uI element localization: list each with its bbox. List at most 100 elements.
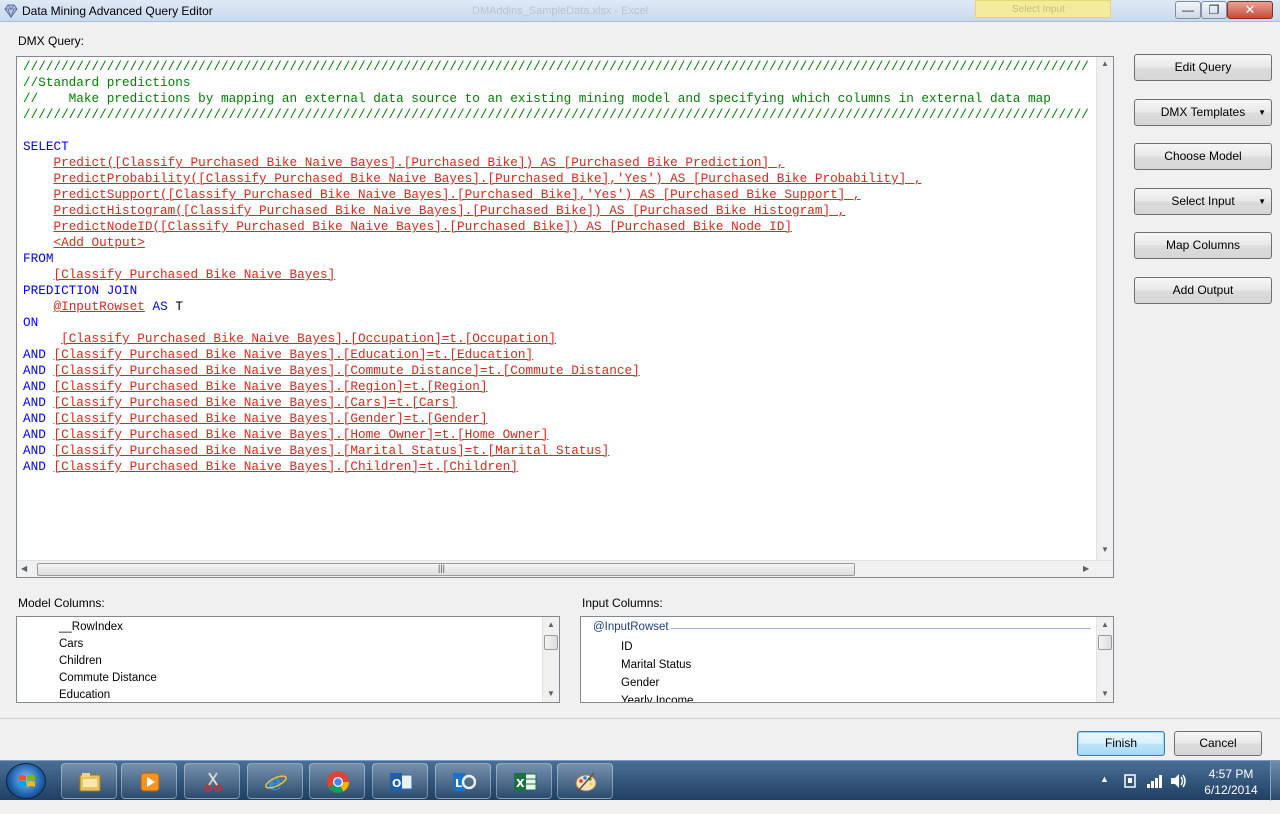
taskbar-excel[interactable]: X: [496, 763, 552, 799]
grip-icon: |||: [438, 563, 446, 573]
taskbar-paint[interactable]: [557, 763, 613, 799]
query-token[interactable]: [Classify Purchased Bike Naive Bayes].[E…: [53, 347, 533, 362]
taskbar-chrome[interactable]: [309, 763, 365, 799]
query-token[interactable]: <Add Output>: [53, 235, 144, 250]
model-column-item[interactable]: __RowIndex: [59, 621, 123, 633]
select-input-button[interactable]: Select Input ▼: [1134, 188, 1272, 215]
edit-query-button[interactable]: Edit Query: [1134, 54, 1272, 81]
query-token[interactable]: [Classify Purchased Bike Naive Bayes].[M…: [53, 443, 609, 458]
model-column-item[interactable]: Commute Distance: [59, 672, 157, 684]
windows-logo-icon: [19, 775, 35, 787]
model-column-item[interactable]: Cars: [59, 638, 83, 650]
query-token[interactable]: PredictProbability([Classify Purchased B…: [53, 171, 921, 186]
query-token[interactable]: [Classify Purchased Bike Naive Bayes].[G…: [53, 411, 487, 426]
query-token[interactable]: [Classify Purchased Bike Naive Bayes]: [53, 267, 335, 282]
query-token[interactable]: [Classify Purchased Bike Naive Bayes].[H…: [53, 427, 548, 442]
query-token: AND: [23, 347, 54, 362]
query-token: PREDICTION JOIN: [23, 283, 138, 298]
query-line: [23, 123, 1095, 139]
query-token: [23, 267, 53, 282]
minimize-button[interactable]: —: [1175, 1, 1201, 19]
background-select-input-label: Select Input: [1012, 4, 1065, 15]
query-line: Predict([Classify Purchased Bike Naive B…: [23, 155, 1095, 171]
taskbar-internet-explorer[interactable]: e: [247, 763, 303, 799]
taskbar-outlook[interactable]: O: [372, 763, 428, 799]
scroll-right-arrow-icon[interactable]: ▶: [1083, 564, 1089, 573]
scroll-down-arrow-icon[interactable]: ▼: [1101, 689, 1109, 698]
query-token: ////////////////////////////////////////…: [23, 59, 1089, 74]
system-clock[interactable]: 4:57 PM 6/12/2014: [1196, 766, 1266, 798]
query-line: // Make predictions by mapping an extern…: [23, 91, 1095, 107]
horizontal-scroll-thumb[interactable]: |||: [37, 563, 855, 576]
excel-icon: X: [514, 773, 537, 791]
input-column-item[interactable]: Yearly Income: [621, 695, 693, 702]
scroll-left-arrow-icon[interactable]: ◀: [21, 564, 27, 573]
show-hidden-icons-icon[interactable]: ▲: [1100, 774, 1109, 814]
query-token[interactable]: PredictSupport([Classify Purchased Bike …: [53, 187, 860, 202]
query-line: [Classify Purchased Bike Naive Bayes].[O…: [23, 331, 1095, 347]
dmx-query-label: DMX Query:: [18, 34, 85, 48]
scroll-up-arrow-icon[interactable]: ▲: [547, 620, 555, 629]
show-desktop-button[interactable]: [1270, 761, 1280, 801]
cancel-button[interactable]: Cancel: [1174, 731, 1262, 756]
query-line: //Standard predictions: [23, 75, 1095, 91]
model-column-item[interactable]: Children: [59, 655, 102, 667]
model-column-item[interactable]: Education: [59, 689, 110, 701]
chrome-icon: [327, 771, 349, 793]
model-columns-label: Model Columns:: [18, 596, 105, 610]
input-column-item[interactable]: ID: [621, 641, 633, 653]
taskbar-lync[interactable]: L: [435, 763, 491, 799]
input-group-header: @InputRowset: [593, 621, 669, 633]
maximize-button[interactable]: ❐: [1201, 1, 1227, 19]
add-output-button[interactable]: Add Output: [1134, 277, 1272, 304]
finish-button[interactable]: Finish: [1077, 731, 1165, 756]
network-signal-icon[interactable]: [1146, 773, 1164, 789]
action-center-icon[interactable]: [1122, 773, 1138, 789]
taskbar-windows-explorer[interactable]: [61, 763, 117, 799]
query-line: AND [Classify Purchased Bike Naive Bayes…: [23, 443, 1095, 459]
vertical-scroll-thumb[interactable]: [544, 635, 558, 650]
query-line: ////////////////////////////////////////…: [23, 107, 1095, 123]
close-button[interactable]: ✕: [1227, 1, 1273, 19]
query-token[interactable]: [Classify Purchased Bike Naive Bayes].[C…: [53, 459, 517, 474]
dropdown-arrow-icon: ▼: [1258, 108, 1266, 117]
query-token[interactable]: [Classify Purchased Bike Naive Bayes].[C…: [53, 363, 639, 378]
volume-icon[interactable]: [1170, 773, 1188, 789]
query-token[interactable]: [Classify Purchased Bike Naive Bayes].[R…: [53, 379, 487, 394]
input-column-item[interactable]: Gender: [621, 677, 659, 689]
scroll-down-arrow-icon[interactable]: ▼: [1101, 545, 1109, 554]
svg-text:O: O: [392, 777, 401, 790]
query-line: AND [Classify Purchased Bike Naive Bayes…: [23, 363, 1095, 379]
vertical-scroll-thumb[interactable]: [1098, 635, 1112, 650]
model-columns-list[interactable]: __RowIndex Cars Children Commute Distance Ed…: [16, 616, 560, 703]
input-column-item[interactable]: Marital Status: [621, 659, 691, 671]
query-token[interactable]: PredictNodeID([Classify Purchased Bike N…: [53, 219, 792, 234]
dmx-query-editor[interactable]: ////////////////////////////////////////…: [16, 56, 1114, 578]
taskbar-media-player[interactable]: [121, 763, 177, 799]
editor-vertical-scrollbar[interactable]: ▲ ▼: [1096, 57, 1113, 560]
query-token[interactable]: [Classify Purchased Bike Naive Bayes].[C…: [53, 395, 457, 410]
editor-horizontal-scrollbar[interactable]: ◀ ||| ▶: [17, 560, 1113, 577]
query-token: // Make predictions by mapping an extern…: [23, 91, 1051, 106]
query-token[interactable]: Predict([Classify Purchased Bike Naive B…: [53, 155, 784, 170]
svg-text:L: L: [455, 777, 462, 790]
outlook-icon: O: [390, 773, 413, 791]
model-columns-scrollbar[interactable]: ▲ ▼: [542, 617, 559, 702]
query-text[interactable]: ////////////////////////////////////////…: [23, 59, 1095, 559]
query-token[interactable]: @InputRowset: [53, 299, 144, 314]
dmx-templates-button[interactable]: DMX Templates ▼: [1134, 99, 1272, 126]
scroll-up-arrow-icon[interactable]: ▲: [1101, 620, 1109, 629]
query-token[interactable]: PredictHistogram([Classify Purchased Bik…: [53, 203, 845, 218]
query-token[interactable]: [Classify Purchased Bike Naive Bayes].[O…: [61, 331, 556, 346]
start-button[interactable]: [6, 763, 46, 799]
query-token: AND: [23, 411, 54, 426]
map-columns-button[interactable]: Map Columns: [1134, 232, 1272, 259]
input-columns-list[interactable]: @InputRowset ID Marital Status Gender Yearl…: [580, 616, 1114, 703]
scroll-down-arrow-icon[interactable]: ▼: [547, 689, 555, 698]
taskbar-snipping-tool[interactable]: [184, 763, 240, 799]
scroll-up-arrow-icon[interactable]: ▲: [1101, 59, 1109, 68]
query-token: [23, 187, 53, 202]
input-columns-scrollbar[interactable]: ▲ ▼: [1096, 617, 1113, 702]
choose-model-button[interactable]: Choose Model: [1134, 143, 1272, 170]
query-line: ON: [23, 315, 1095, 331]
